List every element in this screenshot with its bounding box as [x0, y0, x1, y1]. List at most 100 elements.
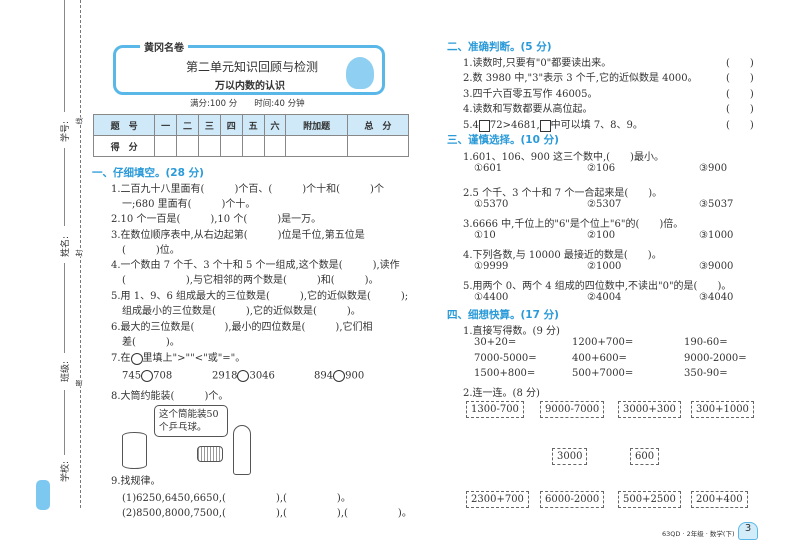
question-line: 组成最小的三位数是( ),它的近似数是( )。 — [122, 306, 361, 317]
score-cell[interactable] — [346, 135, 410, 157]
match-expression-top[interactable]: 9000-7000 — [540, 401, 605, 418]
match-expression-bottom[interactable]: 2300+700 — [466, 491, 529, 508]
number: 2918 — [212, 370, 238, 382]
choice-option[interactable]: ②4004 — [587, 292, 621, 303]
question-line: 9.找规律。 — [111, 476, 161, 487]
compare-item: 894 900 — [314, 370, 364, 382]
question-line: 2.连一连。(8 分) — [463, 388, 540, 399]
choice-question: 5.用两个 0、两个 4 组成的四位数中,不读出"0"的是( )。 — [463, 281, 732, 292]
binding-line — [64, 148, 65, 226]
score-cell[interactable] — [285, 135, 348, 157]
compare-circle[interactable] — [237, 370, 250, 382]
big-cylinder-icon — [122, 432, 147, 469]
score-cell[interactable] — [219, 135, 243, 157]
table-header-cell: 二 — [176, 114, 199, 136]
question-line: 1.二百九十八里面有( )个百、( )个十和( )个 — [111, 184, 384, 195]
choice-option[interactable]: ①10 — [474, 230, 496, 241]
answer-paren[interactable]: ( ) — [726, 69, 754, 84]
binding-line — [64, 263, 65, 353]
pencil-mascot-icon — [36, 480, 50, 510]
choice-question: 4.下列各数,与 10000 最接近的数是( )。 — [463, 250, 662, 261]
compare-circle[interactable] — [333, 370, 346, 382]
number: 3046 — [249, 370, 275, 382]
question-line: 2.10 个一百是( ),10 个( )是一万。 — [111, 214, 322, 225]
choice-option[interactable]: ③900 — [699, 163, 727, 174]
section-heading: 四、细想快算。(17 分) — [447, 309, 559, 321]
calc-item: 30+20= — [474, 337, 517, 348]
choice-option[interactable]: ③9000 — [699, 261, 733, 272]
footer-text: 63QD · 2年级 · 数学(下) — [662, 530, 735, 538]
choice-option[interactable]: ①5370 — [474, 199, 508, 210]
match-result[interactable]: 600 — [630, 448, 660, 465]
compare-item: 745 708 — [122, 370, 172, 382]
section-heading: 一、仔细填空。(28 分) — [92, 167, 204, 179]
seal-char: 封 — [74, 249, 85, 257]
binding-line — [64, 0, 65, 112]
circle-icon — [130, 352, 143, 365]
choice-option[interactable]: ③1000 — [699, 230, 733, 241]
choice-option[interactable]: ③5037 — [699, 199, 733, 210]
number: 708 — [153, 370, 173, 382]
match-result[interactable]: 3000 — [552, 448, 588, 465]
match-expression-top[interactable]: 3000+300 — [618, 401, 681, 418]
seal-char: 密 — [74, 379, 85, 387]
seal-char: 线 — [74, 117, 85, 125]
blank-box[interactable] — [539, 119, 551, 132]
exam-meta: 满分:100 分 时间:40 分钟 — [190, 99, 305, 109]
text: 5.4 — [463, 120, 479, 131]
score-cell[interactable] — [176, 135, 199, 157]
choice-option[interactable]: ②100 — [587, 230, 615, 241]
question-line: 6.最大的三位数是( ),最小的四位数是( ),它们相 — [111, 322, 373, 333]
calc-item: 7000-5000= — [474, 353, 537, 364]
match-expression-bottom[interactable]: 500+2500 — [618, 491, 681, 508]
match-expression-bottom[interactable]: 6000-2000 — [540, 491, 605, 508]
choice-option[interactable]: ②1000 — [587, 261, 621, 272]
judge-item: 3.四千六百零五写作 46005。 — [463, 89, 598, 100]
calc-item: 350-90= — [684, 368, 728, 379]
answer-paren[interactable]: ( ) — [726, 54, 754, 69]
choice-option[interactable]: ②5307 — [587, 199, 621, 210]
question-line: ( ),与它相邻的两个数是( )和( )。 — [122, 275, 379, 286]
calc-item: 1500+800= — [474, 368, 536, 379]
score-cell[interactable] — [241, 135, 265, 157]
page-subtitle: 万以内数的认识 — [215, 81, 285, 92]
choice-option[interactable]: ③4040 — [699, 292, 733, 303]
blank-box[interactable] — [478, 119, 490, 132]
text: 中可以填 7、8、9。 — [550, 120, 643, 131]
answer-paren[interactable]: ( ) — [726, 85, 754, 100]
number: 745 — [122, 370, 142, 382]
score-table: 题 号 一 二 三 四 五 六 附加题 总 分 得 分 — [92, 114, 410, 157]
table-header-cell: 五 — [241, 114, 265, 136]
section-heading: 二、准确判断。(5 分) — [447, 41, 552, 53]
table-header-cell: 四 — [219, 114, 243, 136]
q7-text: 7.在 — [111, 353, 131, 364]
compare-circle[interactable] — [141, 370, 154, 382]
answer-paren[interactable]: ( ) — [726, 116, 754, 131]
score-cell[interactable] — [154, 135, 178, 157]
match-expression-top[interactable]: 1300-700 — [466, 401, 524, 418]
school-label: 学校: — [61, 460, 72, 483]
calc-item: 1200+700= — [572, 337, 634, 348]
choice-option[interactable]: ①4400 — [474, 292, 508, 303]
choice-question: 1.601、106、900 这三个数中,( )最小。 — [463, 152, 664, 163]
choice-question: 3.6666 中,千位上的"6"是个位上"6"的( )倍。 — [463, 219, 684, 230]
question-line: 5.用 1、9、6 组成最大的三位数是( ),它的近似数是( ); — [111, 291, 409, 302]
choice-option[interactable]: ①601 — [474, 163, 502, 174]
choice-option[interactable]: ②106 — [587, 163, 615, 174]
score-cell[interactable] — [197, 135, 221, 157]
choice-question: 2.5 个千、3 个十和 7 个一合起来是( )。 — [463, 188, 663, 199]
compare-item: 2918 3046 — [212, 370, 275, 382]
question-line: 4.一个数由 7 个千、3 个十和 5 个一组成,这个数是( ),读作 — [111, 260, 400, 271]
question-line: 1.直接写得数。(9 分) — [463, 326, 560, 337]
table-header-cell: 三 — [197, 114, 221, 136]
calc-item: 9000-2000= — [684, 353, 747, 364]
match-expression-bottom[interactable]: 200+400 — [691, 491, 748, 508]
choice-option[interactable]: ①9999 — [474, 261, 508, 272]
answer-paren[interactable]: ( ) — [726, 100, 754, 115]
page-number: 3 — [738, 522, 758, 540]
match-expression-top[interactable]: 300+1000 — [691, 401, 754, 418]
score-cell[interactable] — [263, 135, 287, 157]
brand-logo: 黄冈名卷 — [140, 39, 188, 54]
question-line: 一;680 里面有( )个十。 — [122, 199, 256, 210]
question-line: ( )位。 — [122, 245, 180, 256]
